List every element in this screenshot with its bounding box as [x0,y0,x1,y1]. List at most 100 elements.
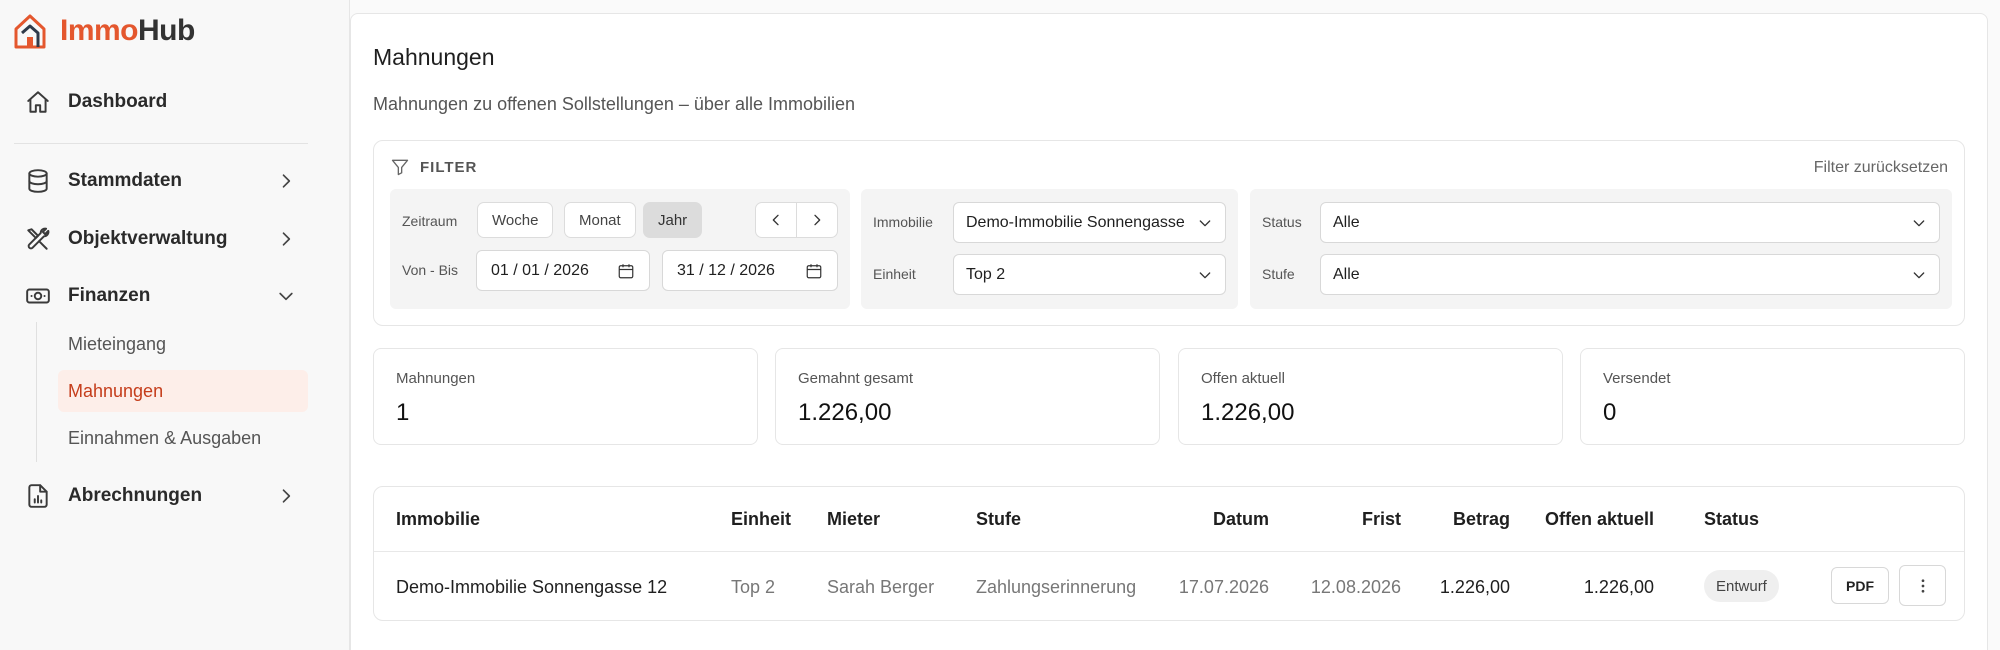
stat-label: Offen aktuell [1201,370,1285,387]
calendar-icon [805,262,823,280]
date-to-value: 31 / 12 / 2026 [677,261,775,279]
status-select[interactable]: Alle [1320,202,1940,243]
submenu-line [36,322,37,462]
filter-heading: FILTER [390,157,477,177]
file-chart-icon [24,482,52,510]
column-header-status[interactable]: Status [1704,509,1759,530]
cell-stufe: Zahlungserinnerung [976,577,1137,597]
home-icon [24,88,52,116]
cell-mieter: Sarah Berger [827,577,935,597]
status-label: Status [1262,214,1302,230]
einheit-label: Einheit [873,266,916,282]
database-icon [24,167,52,195]
cell-frist: 12.08.2026 [1310,577,1401,597]
calendar-icon [617,262,635,280]
brand-name: ImmoHub [60,14,195,47]
column-header-betrag[interactable]: Betrag [1420,509,1510,530]
stat-value: 1.226,00 [1201,399,1295,426]
sidebar-item-objektverwaltung[interactable]: Objektverwaltung [14,215,308,263]
sidebar-item-finanzen[interactable]: Finanzen [14,272,308,320]
more-vertical-icon [1921,578,1924,593]
chevron-left-icon [772,214,779,226]
filter-group-property: Immobilie Demo-Immobilie Sonnengasse 12 … [861,189,1238,309]
chevron-right-icon [814,214,821,226]
column-header-einheit[interactable]: Einheit [731,509,791,530]
chevron-down-icon [1911,215,1927,231]
sidebar-subitem-einnahmen-ausgaben[interactable]: Einnahmen & Ausgaben [58,417,308,459]
stufe-label: Stufe [1262,266,1295,282]
chevron-down-icon [1197,267,1213,283]
date-from-value: 01 / 01 / 2026 [491,261,589,279]
stat-value: 1.226,00 [798,399,892,426]
period-jahr-button[interactable]: Jahr [643,202,703,238]
stat-card-mahnungen: Mahnungen 1 [373,348,758,445]
immobilie-select[interactable]: Demo-Immobilie Sonnengasse 12 [953,202,1226,243]
stufe-value: Alle [1333,265,1360,283]
filter-panel: FILTER Filter zurücksetzen Zeitraum Woch… [373,140,1965,326]
column-header-frist[interactable]: Frist [1311,509,1401,530]
sidebar-item-label: Stammdaten [68,170,183,191]
stufe-select[interactable]: Alle [1320,254,1940,295]
previous-period-button[interactable] [755,202,797,238]
cell-offen-aktuell: 1.226,00 [1583,577,1654,597]
table-divider [374,551,1964,552]
chevron-down-icon [1911,267,1927,283]
zeitraum-label: Zeitraum [402,213,458,229]
immobilie-value: Demo-Immobilie Sonnengasse 12 [966,213,1189,231]
status-value: Alle [1333,213,1360,231]
column-header-mieter[interactable]: Mieter [827,509,880,530]
column-header-immobilie[interactable]: Immobilie [396,509,480,530]
app-logo[interactable]: ImmoHub [12,10,195,52]
sidebar-item-stammdaten[interactable]: Stammdaten [14,157,308,205]
einheit-select[interactable]: Top 2 [953,254,1226,295]
sidebar-subitem-mahnungen[interactable]: Mahnungen [58,370,308,412]
sidebar-item-dashboard[interactable]: Dashboard [14,78,308,126]
cell-datum: 17.07.2026 [1178,577,1269,597]
status-badge: Entwurf [1704,570,1779,602]
sidebar-item-label: Abrechnungen [68,485,203,506]
von-bis-label: Von - Bis [402,262,459,278]
sidebar-subitem-mieteingang[interactable]: Mieteingang [58,323,308,365]
period-woche-button[interactable]: Woche [477,202,554,238]
chevron-right-icon [276,486,296,506]
chevron-down-icon [276,286,296,306]
cell-immobilie: Demo-Immobilie Sonnengasse 12 [396,577,668,597]
column-header-stufe[interactable]: Stufe [976,509,1021,530]
cell-einheit: Top 2 [731,577,776,597]
stat-value: 1 [396,399,410,426]
chevron-right-icon [276,171,296,191]
stat-card-gemahnt-gesamt: Gemahnt gesamt 1.226,00 [775,348,1160,445]
house-logo-icon [14,14,46,49]
immobilie-label: Immobilie [873,214,933,230]
sidebar-item-label: Dashboard [68,91,168,112]
stat-card-offen-aktuell: Offen aktuell 1.226,00 [1178,348,1563,445]
banknote-icon [24,282,52,310]
sidebar-item-label: Finanzen [68,285,151,306]
date-to-input[interactable]: 31 / 12 / 2026 [662,250,838,291]
pdf-button[interactable]: PDF [1831,567,1889,604]
filter-icon [391,159,409,176]
column-header-offen-aktuell[interactable]: Offen aktuell [1504,509,1654,530]
chevron-down-icon [1197,215,1213,231]
sidebar-divider [14,143,308,144]
page-title: Mahnungen [373,44,495,70]
mahnungen-table: Immobilie Einheit Mieter Stufe Datum Fri… [373,486,1965,621]
sidebar-item-label: Objektverwaltung [68,228,228,249]
stat-label: Gemahnt gesamt [798,370,914,387]
page-subtitle: Mahnungen zu offenen Sollstellungen – üb… [373,94,855,114]
filter-group-period: Zeitraum Woche Monat Jahr Von - Bis 01 /… [390,189,850,309]
stat-label: Mahnungen [396,370,476,387]
tools-icon [24,225,52,253]
next-period-button[interactable] [796,202,838,238]
main-content: Mahnungen Mahnungen zu offenen Sollstell… [350,13,1988,650]
einheit-value: Top 2 [966,265,1006,283]
more-actions-button[interactable] [1899,565,1946,606]
filter-reset-link[interactable]: Filter zurücksetzen [1814,159,1948,177]
period-monat-button[interactable]: Monat [564,202,636,238]
sidebar-item-abrechnungen[interactable]: Abrechnungen [14,472,308,520]
column-header-datum[interactable]: Datum [1179,509,1269,530]
date-from-input[interactable]: 01 / 01 / 2026 [476,250,650,291]
stat-value: 0 [1603,399,1617,426]
sidebar: ImmoHub Dashboard Stammdaten Objektverwa… [0,0,350,650]
stat-label: Versendet [1603,370,1671,387]
